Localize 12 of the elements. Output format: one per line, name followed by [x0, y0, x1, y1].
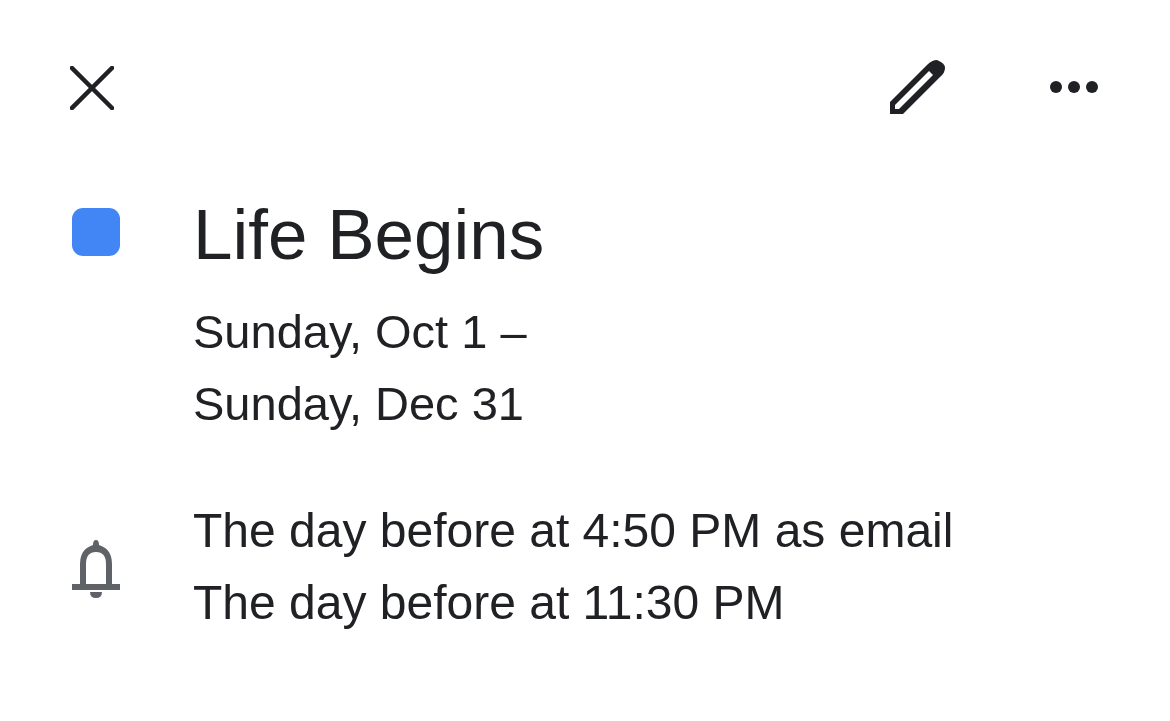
event-date: Sunday, Oct 1 –	[193, 304, 528, 360]
reminder-text: The day before at 4:50 PM as email	[193, 503, 955, 559]
more-icon	[1050, 81, 1098, 93]
event-date: Sunday, Dec 31	[193, 376, 525, 432]
event-title: Life Begins	[193, 195, 546, 275]
edit-button[interactable]	[890, 60, 945, 114]
more-options-button[interactable]	[1050, 81, 1098, 93]
reminder-text: The day before at 11:30 PM	[193, 575, 786, 631]
close-icon	[70, 66, 114, 110]
bell-icon	[72, 539, 120, 598]
close-button[interactable]	[70, 66, 114, 110]
pencil-icon	[890, 60, 945, 114]
